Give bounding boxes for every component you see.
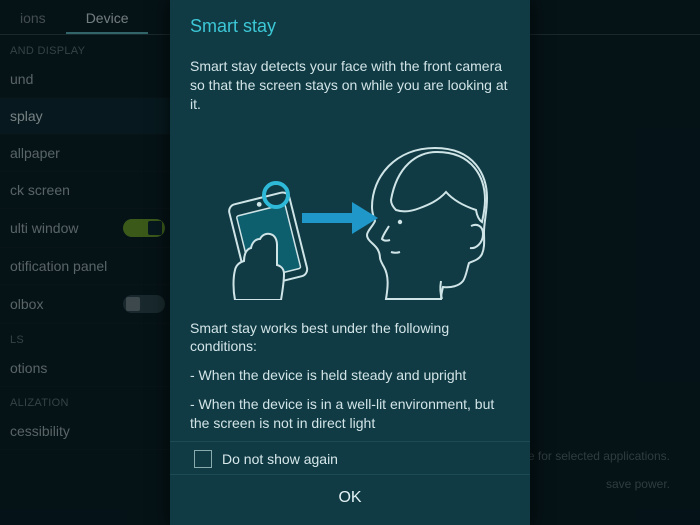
dialog-title: Smart stay: [170, 0, 530, 45]
ok-button[interactable]: OK: [170, 474, 530, 525]
dialog-condition-2: - When the device is in a well-lit envir…: [190, 395, 510, 433]
do-not-show-checkbox[interactable]: [194, 450, 212, 468]
smart-stay-dialog: Smart stay Smart stay detects your face …: [170, 0, 530, 525]
dialog-body: Smart stay detects your face with the fr…: [170, 45, 530, 441]
do-not-show-label: Do not show again: [222, 451, 338, 467]
dialog-conditions-head: Smart stay works best under the followin…: [190, 319, 510, 357]
smart-stay-illustration: [190, 130, 510, 300]
dialog-intro: Smart stay detects your face with the fr…: [190, 57, 510, 114]
do-not-show-row[interactable]: Do not show again: [170, 441, 530, 474]
dialog-condition-1: - When the device is held steady and upr…: [190, 366, 510, 385]
